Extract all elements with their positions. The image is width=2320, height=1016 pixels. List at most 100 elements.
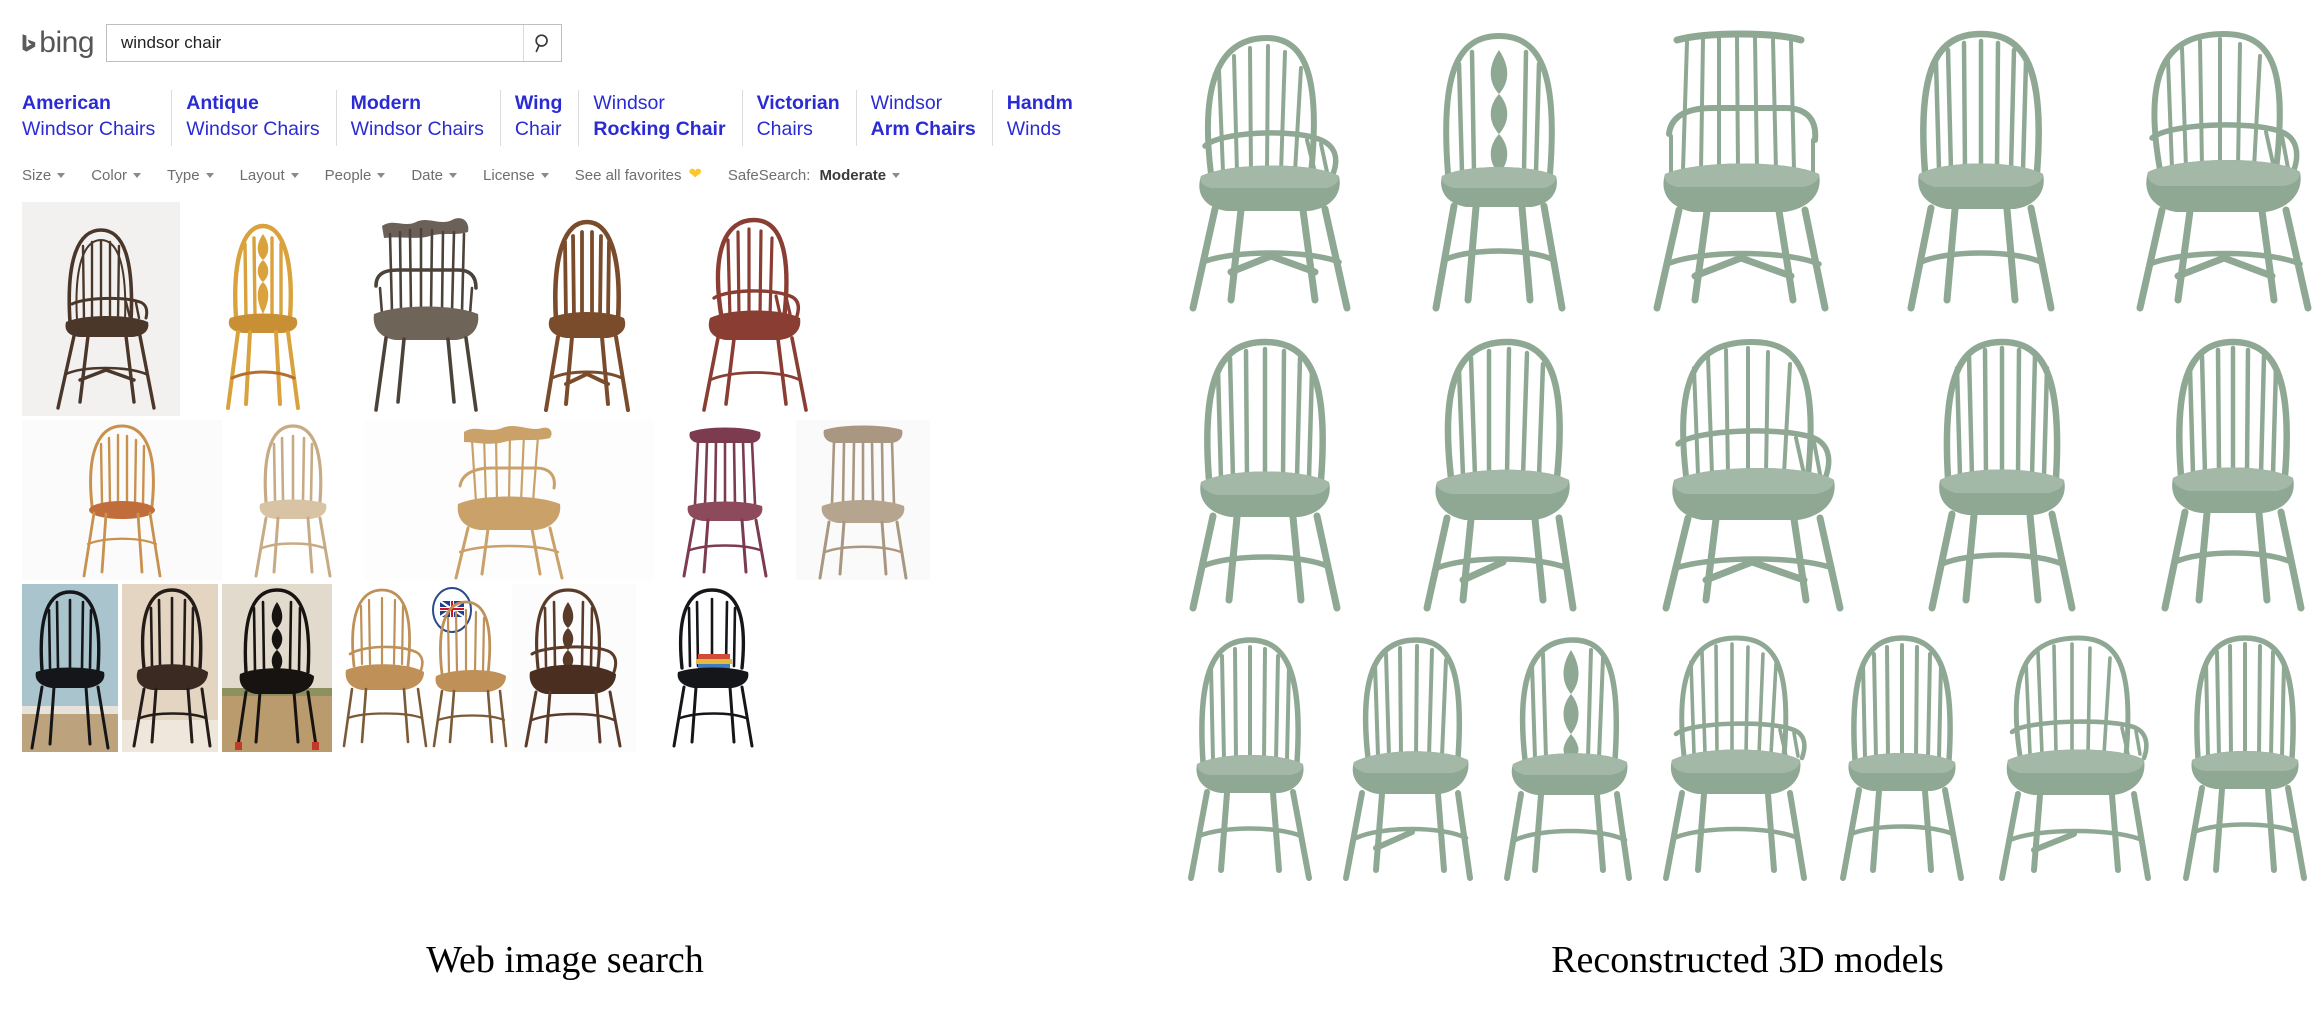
chevron-down-icon [892,173,900,178]
related-search-line2: Windsor Chairs [22,116,155,142]
model-sack-back-armchair[interactable] [2120,24,2320,314]
safesearch-control[interactable]: SafeSearch: Moderate [728,167,900,184]
related-search-1[interactable]: Antique Windsor Chairs [186,90,336,146]
model-comb-back-armchair[interactable] [1633,24,1843,314]
image-result-black-windsor-chair-blue-wall[interactable] [22,584,118,752]
image-result-light-oak-bow-back-chair[interactable] [22,420,222,580]
model-sack-back-armchair-2[interactable] [1986,634,2161,884]
model-hoop-back-side-chair[interactable] [1891,24,2071,314]
related-search-line2: Chair [515,116,562,142]
related-search-line1: Victorian [757,90,840,116]
favorites-label: See all favorites [575,167,682,184]
related-search-line2: Rocking Chair [593,116,725,142]
image-result-sack-back-windsor-armchair[interactable] [670,202,828,416]
chevron-down-icon [57,173,65,178]
model-row [1175,314,2320,614]
related-search-line1: Wing [515,90,562,116]
image-results-row [22,420,1100,580]
bing-search-results: bing American Windsor Chairs [22,18,1112,756]
filter-people[interactable]: People [325,167,386,184]
chevron-down-icon [449,173,457,178]
model-row [1175,614,2320,884]
model-continuous-arm-windsor[interactable] [1175,24,1365,314]
related-search-line2: Chairs [757,116,840,142]
model-fiddleback-side-chair[interactable] [1414,24,1584,314]
related-search-line1: Windsor [593,90,725,116]
related-search-2[interactable]: Modern Windsor Chairs [351,90,501,146]
filter-license[interactable]: License [483,167,549,184]
search-header: bing [22,18,1112,68]
chevron-down-icon [133,173,141,178]
related-search-3[interactable]: Wing Chair [515,90,579,146]
image-result-black-wheelback-chair-wood-floor[interactable] [222,584,332,752]
filter-date[interactable]: Date [411,167,457,184]
filter-label: Size [22,167,51,184]
filter-label: Color [91,167,127,184]
related-search-line2: Arm Chairs [871,116,976,142]
model-bow-back-plain[interactable] [1827,634,1977,884]
image-result-natural-fanback-armchair[interactable] [364,420,654,580]
search-button[interactable] [523,25,561,61]
image-result-continuous-arm-windsor-armchair[interactable] [22,202,180,416]
reconstructed-3d-models-panel [1175,0,2320,1016]
model-bow-back-side-chair[interactable] [1175,334,1355,614]
bing-logo-icon [22,26,36,60]
filter-color[interactable]: Color [91,167,141,184]
image-result-dark-wheelback-armchair[interactable] [512,584,636,752]
image-results-row [22,584,1100,752]
model-hoop-back-chair-angled[interactable] [1411,334,1591,614]
model-saddle-seat-chair[interactable] [1334,634,1484,884]
image-result-pair-of-oak-windsor-chairs[interactable] [336,584,508,752]
chevron-down-icon [291,173,299,178]
image-result-pale-ash-windsor-chair[interactable] [226,420,360,580]
model-stick-back-armchair[interactable] [1652,634,1817,884]
image-result-hoop-back-windsor-side-chair[interactable] [508,202,666,416]
image-result-black-windsor-chair-beige-wall[interactable] [122,584,218,752]
related-search-line1: American [22,90,155,116]
filter-size[interactable]: Size [22,167,65,184]
search-box[interactable] [106,24,562,62]
model-bow-back-small[interactable] [1175,634,1325,884]
comparison-figure: bing American Windsor Chairs [0,0,2320,1016]
safesearch-value: Moderate [819,167,886,184]
related-search-line1: Windsor [871,90,976,116]
filter-label: Date [411,167,443,184]
related-search-line1: Handm [1007,90,1073,116]
related-search-7[interactable]: Handm Winds [1007,90,1089,146]
image-result-comb-back-windsor-armchair[interactable] [346,202,504,416]
image-result-plum-stick-back-chair[interactable] [658,420,792,580]
filter-bar: Size Color Type Layout People [22,162,1112,188]
related-search-4[interactable]: Windsor Rocking Chair [593,90,742,146]
see-all-favorites[interactable]: See all favorites ❤ [575,167,702,184]
model-hoop-back-final[interactable] [2170,634,2320,884]
chevron-down-icon [541,173,549,178]
related-search-line1: Antique [186,90,319,116]
related-search-0[interactable]: American Windsor Chairs [22,90,172,146]
image-result-grey-washed-stick-back-chair[interactable] [796,420,930,580]
filter-label: Layout [240,167,285,184]
safesearch-label: SafeSearch: [728,167,811,184]
related-search-5[interactable]: Victorian Chairs [757,90,857,146]
model-comb-back-armchair-wide[interactable] [1648,334,1858,614]
image-result-black-chair-with-books[interactable] [640,584,788,752]
search-input[interactable] [107,25,523,61]
caption-reconstructed-3d-models: Reconstructed 3D models [1175,938,2320,982]
related-search-line2: Windsor Chairs [351,116,484,142]
filter-type[interactable]: Type [167,167,214,184]
model-wheel-back-chair[interactable] [1493,634,1643,884]
filter-label: Type [167,167,200,184]
filter-layout[interactable]: Layout [240,167,299,184]
image-result-honey-oak-fiddleback-side-chair[interactable] [184,202,342,416]
heart-icon: ❤ [688,167,701,183]
bing-logo[interactable]: bing [22,21,94,65]
image-results-grid [22,202,1100,752]
bing-wordmark: bing [39,28,94,58]
model-stick-back-side-chair[interactable] [1914,334,2089,614]
related-searches: American Windsor Chairs Antique Windsor … [22,90,1112,146]
web-image-search-panel: bing American Windsor Chairs [0,0,1130,1016]
filter-label: License [483,167,535,184]
search-icon [533,33,553,53]
related-search-6[interactable]: Windsor Arm Chairs [871,90,993,146]
model-row [1175,14,2320,314]
model-tall-stick-back-chair[interactable] [2145,334,2320,614]
